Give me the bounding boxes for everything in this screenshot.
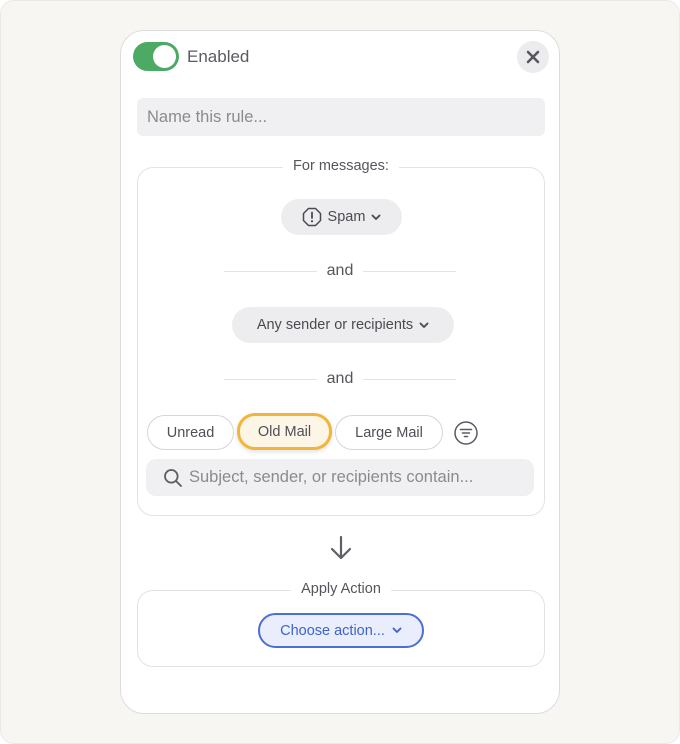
subject-search-input[interactable] <box>183 459 534 496</box>
and-label: and <box>326 262 354 279</box>
toggle-knob <box>153 45 176 68</box>
filter-icon[interactable] <box>453 420 479 446</box>
chip-unread[interactable]: Unread <box>147 415 234 450</box>
sender-label: Any sender or recipients <box>256 317 414 333</box>
and-divider: and <box>224 369 457 389</box>
chip-large-mail[interactable]: Large Mail <box>335 415 443 450</box>
spam-octagon-icon <box>302 207 321 227</box>
rule-name-input[interactable] <box>137 98 545 136</box>
close-icon <box>526 50 540 64</box>
chip-label: Old Mail <box>257 423 312 440</box>
divider-line <box>224 378 317 380</box>
chevron-down-icon <box>419 322 429 328</box>
divider-line <box>363 378 457 380</box>
chip-label: Large Mail <box>355 424 423 441</box>
close-button[interactable] <box>517 41 549 73</box>
category-label: Spam <box>327 209 366 225</box>
category-dropdown[interactable]: Spam <box>281 199 402 235</box>
divider-line <box>363 270 457 272</box>
action-legend: Apply Action <box>291 581 391 597</box>
subject-search-field[interactable] <box>146 459 534 496</box>
and-label: and <box>326 370 354 387</box>
and-divider: and <box>224 261 457 281</box>
chevron-down-icon <box>392 627 402 633</box>
arrow-down-icon <box>330 535 352 560</box>
chip-old-mail[interactable]: Old Mail <box>237 413 332 450</box>
chevron-down-icon <box>371 214 381 220</box>
action-group: Apply Action Choose action... <box>137 581 545 667</box>
choose-action-dropdown[interactable]: Choose action... <box>258 613 424 648</box>
conditions-legend: For messages: <box>283 158 399 174</box>
enabled-toggle[interactable] <box>133 42 179 71</box>
rule-editor-panel: Enabled For messages: Spam and Any se <box>120 30 560 714</box>
choose-action-label: Choose action... <box>280 622 385 639</box>
enabled-label: Enabled <box>187 47 250 66</box>
divider-line <box>224 270 317 272</box>
chip-label: Unread <box>166 424 215 441</box>
conditions-group: For messages: Spam and Any sender or rec… <box>137 158 545 516</box>
search-icon <box>164 468 182 487</box>
sender-dropdown[interactable]: Any sender or recipients <box>232 307 454 343</box>
